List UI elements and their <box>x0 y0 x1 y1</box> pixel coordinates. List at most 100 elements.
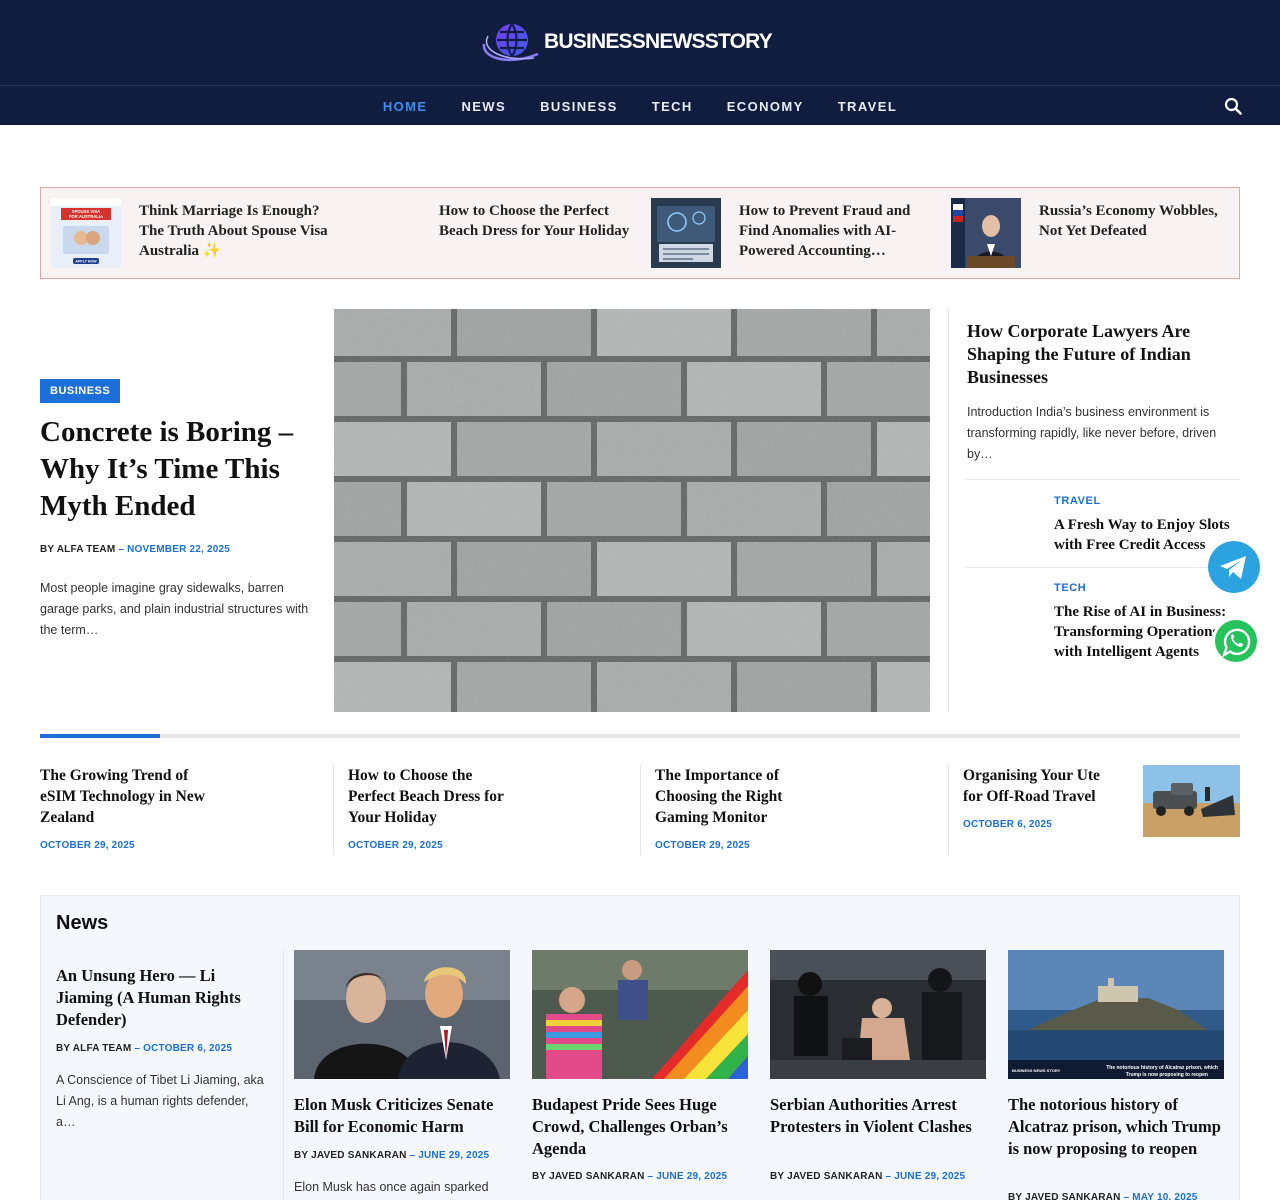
author-prefix: BY <box>294 1150 309 1161</box>
divider <box>966 479 1240 480</box>
nav-item-travel[interactable]: TRAVEL <box>838 99 897 114</box>
nav-item-economy[interactable]: ECONOMY <box>727 99 804 114</box>
image-brand: BUSINESS NEWS STORY <box>1012 1068 1061 1073</box>
svg-text:FOR AUSTRALIA: FOR AUSTRALIA <box>69 214 103 219</box>
post-date: OCTOBER 6, 2025 <box>143 1043 233 1054</box>
featured-ticker: SPOUSE VISA FOR AUSTRALIA APPLY NOW Thin… <box>40 187 1240 279</box>
ticker-title[interactable]: How to Choose the Perfect Beach Dress fo… <box>439 201 634 241</box>
meta-separator: – <box>409 1150 419 1161</box>
whatsapp-icon[interactable] <box>1210 615 1262 667</box>
ticker-item[interactable]: SPOUSE VISA FOR AUSTRALIA APPLY NOW Thin… <box>51 198 341 268</box>
hero-title[interactable]: Concrete is Boring – Why It’s Time This … <box>40 414 320 525</box>
row-post-date: OCTOBER 29, 2025 <box>655 840 750 851</box>
author-prefix: BY <box>40 544 55 555</box>
ticker-item[interactable]: Russia’s Economy Wobbles, Not Yet Defeat… <box>951 198 1241 268</box>
author-name[interactable]: JAVED SANKARAN <box>549 1171 644 1182</box>
nav-item-tech[interactable]: TECH <box>652 99 693 114</box>
site-logo[interactable]: BUSINESSNEWSSTORY <box>478 14 773 70</box>
author-prefix: BY <box>1008 1192 1023 1200</box>
ticker-title[interactable]: Russia’s Economy Wobbles, Not Yet Defeat… <box>1039 201 1234 241</box>
sidebar-lead-excerpt: Introduction India’s business environmen… <box>967 405 1217 461</box>
globe-logo-icon <box>482 23 539 62</box>
post-date: JUNE 29, 2025 <box>656 1171 728 1182</box>
site-header: BUSINESSNEWSSTORY <box>0 0 1280 85</box>
author-prefix: BY <box>56 1043 71 1054</box>
divider <box>966 567 1240 568</box>
ticker-item[interactable]: How to Prevent Fraud and Find Anomalies … <box>651 198 941 268</box>
row-post[interactable]: Organising Your Ute for Off-Road Travel … <box>963 765 1133 855</box>
musk-trump-image[interactable] <box>294 950 510 1079</box>
news-section-heading[interactable]: News <box>56 912 108 935</box>
author-name[interactable]: JAVED SANKARAN <box>1025 1192 1120 1200</box>
nav-item-news[interactable]: NEWS <box>461 99 506 114</box>
post-date: MAY 10, 2025 <box>1132 1192 1198 1200</box>
meta-separator: – <box>647 1171 657 1182</box>
ute-offroad-thumbnail[interactable] <box>1143 765 1240 837</box>
hero-sidebar-divider <box>948 309 949 712</box>
row-post-title[interactable]: How to Choose the Perfect Beach Dress fo… <box>348 765 518 828</box>
hero-meta: BY ALFA TEAM – NOVEMBER 22, 2025 <box>40 544 230 555</box>
row-post-title[interactable]: Organising Your Ute for Off-Road Travel <box>963 765 1123 807</box>
ticker-item[interactable]: How to Choose the Perfect Beach Dress fo… <box>351 198 641 268</box>
meta-separator: – <box>1123 1192 1133 1200</box>
news-card-meta: BY JAVED SANKARAN – JUNE 29, 2025 <box>532 1171 727 1182</box>
logo-text: BUSINESSNEWSSTORY <box>544 30 773 53</box>
news-card-meta: BY JAVED SANKARAN – MAY 10, 2025 <box>1008 1192 1197 1200</box>
sidebar-lead-title[interactable]: How Corporate Lawyers Are Shaping the Fu… <box>967 320 1227 389</box>
news-lead-title[interactable]: An Unsung Hero — Li Jiaming (A Human Rig… <box>56 965 256 1031</box>
main-navigation: HOME NEWS BUSINESS TECH ECONOMY TRAVEL <box>0 85 1280 125</box>
news-card-title[interactable]: Serbian Authorities Arrest Protesters in… <box>770 1094 986 1138</box>
serbian-protest-image[interactable] <box>770 950 986 1079</box>
ticker-title[interactable]: How to Prevent Fraud and Find Anomalies … <box>739 201 934 261</box>
row-post-title[interactable]: The Importance of Choosing the Right Gam… <box>655 765 825 828</box>
sidebar-item-category[interactable]: TECH <box>1054 582 1086 594</box>
budapest-pride-image[interactable] <box>532 950 748 1079</box>
meta-separator: – <box>134 1043 144 1054</box>
concrete-wall-image[interactable] <box>334 309 930 712</box>
ticker-title[interactable]: Think Marriage Is Enough? The Truth Abou… <box>139 201 334 261</box>
row-post-date: OCTOBER 29, 2025 <box>40 840 135 851</box>
row-post-date: OCTOBER 6, 2025 <box>963 819 1052 830</box>
row-post[interactable]: How to Choose the Perfect Beach Dress fo… <box>348 765 638 855</box>
author-name[interactable]: JAVED SANKARAN <box>787 1171 882 1182</box>
nav-menu: HOME NEWS BUSINESS TECH ECONOMY TRAVEL <box>0 86 1280 126</box>
ai-accounting-thumbnail[interactable] <box>651 198 721 268</box>
author-name[interactable]: ALFA TEAM <box>73 1043 132 1054</box>
meta-separator: – <box>118 544 128 555</box>
post-date: JUNE 29, 2025 <box>894 1171 966 1182</box>
news-card-meta: BY JAVED SANKARAN – JUNE 29, 2025 <box>770 1171 965 1182</box>
news-card-meta: BY JAVED SANKARAN – JUNE 29, 2025 <box>294 1150 489 1161</box>
news-lead-meta: BY ALFA TEAM – OCTOBER 6, 2025 <box>56 1043 232 1054</box>
alcatraz-image[interactable]: BUSINESS NEWS STORY The notorious histor… <box>1008 950 1224 1079</box>
row-post-title[interactable]: The Growing Trend of eSIM Technology in … <box>40 765 210 828</box>
category-badge[interactable]: BUSINESS <box>40 379 121 403</box>
author-name[interactable]: JAVED SANKARAN <box>311 1150 406 1161</box>
author-name[interactable]: ALFA TEAM <box>57 544 116 555</box>
telegram-icon[interactable] <box>1208 541 1260 593</box>
divider <box>283 950 284 1200</box>
russia-economy-thumbnail[interactable] <box>951 198 1021 268</box>
image-caption-line1: The notorious history of Alcatraz prison… <box>1106 1065 1218 1071</box>
nav-item-home[interactable]: HOME <box>383 99 428 114</box>
post-date: NOVEMBER 22, 2025 <box>127 544 231 555</box>
author-prefix: BY <box>532 1171 547 1182</box>
post-date: JUNE 29, 2025 <box>418 1150 490 1161</box>
slider-progress-fill <box>40 734 160 738</box>
hero-excerpt: Most people imagine gray sidewalks, barr… <box>40 581 309 637</box>
image-caption-line2: Trump is now proposing to reopen <box>1126 1072 1208 1078</box>
nav-item-business[interactable]: BUSINESS <box>540 99 618 114</box>
meta-separator: – <box>885 1171 895 1182</box>
sidebar-item-category[interactable]: TRAVEL <box>1054 495 1101 507</box>
news-card-title[interactable]: Budapest Pride Sees Huge Crowd, Challeng… <box>532 1094 748 1160</box>
search-icon[interactable] <box>1224 97 1242 115</box>
news-card-title[interactable]: The notorious history of Alcatraz prison… <box>1008 1094 1224 1160</box>
slider-progress-bar <box>40 734 1240 738</box>
author-prefix: BY <box>770 1171 785 1182</box>
spouse-visa-thumbnail[interactable]: SPOUSE VISA FOR AUSTRALIA APPLY NOW <box>51 198 121 268</box>
row-post[interactable]: The Importance of Choosing the Right Gam… <box>655 765 945 855</box>
divider <box>333 765 334 855</box>
news-lead-excerpt: A Conscience of Tibet Li Jiaming, aka Li… <box>56 1073 264 1129</box>
divider <box>640 765 641 855</box>
row-post[interactable]: The Growing Trend of eSIM Technology in … <box>40 765 330 855</box>
news-card-title[interactable]: Elon Musk Criticizes Senate Bill for Eco… <box>294 1094 510 1138</box>
